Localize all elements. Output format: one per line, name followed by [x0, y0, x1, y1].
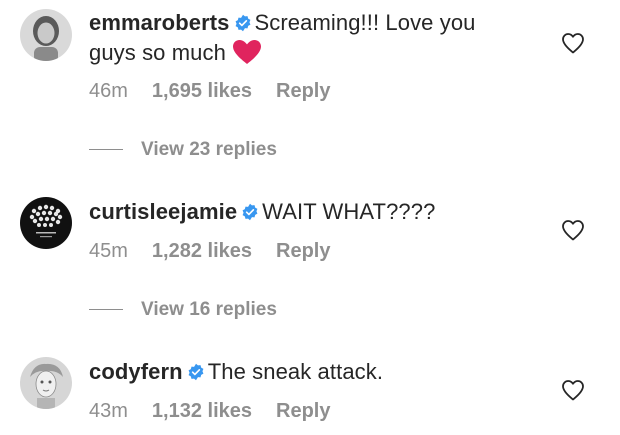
- view-replies-button[interactable]: View 16 replies: [89, 299, 277, 321]
- view-replies-label: View 23 replies: [141, 139, 277, 160]
- reply-button[interactable]: Reply: [276, 80, 330, 102]
- comment-text: Screaming!!! Love you: [254, 10, 476, 35]
- comment-text-line: guys so much: [89, 38, 529, 68]
- comment-time: 46m: [89, 80, 128, 102]
- comment-meta: 46m 1,695 likes Reply: [89, 80, 354, 103]
- comment-text: The sneak attack.: [207, 359, 384, 384]
- avatar[interactable]: [20, 357, 72, 409]
- comment-likes[interactable]: 1,282 likes: [152, 240, 252, 262]
- comment-body: codyfern The sneak attack.: [89, 357, 529, 387]
- comment-body: emmaroberts Screaming!!! Love you guys so…: [89, 8, 529, 68]
- avatar[interactable]: [20, 9, 72, 61]
- verified-badge-icon: [242, 203, 258, 221]
- view-replies-label: View 16 replies: [141, 299, 277, 320]
- verified-badge-icon: [188, 363, 204, 381]
- view-replies-button[interactable]: View 23 replies: [89, 139, 277, 161]
- heart-outline-icon[interactable]: [561, 379, 585, 401]
- comment-text-continued: guys so much: [89, 40, 226, 65]
- comment-time: 45m: [89, 240, 128, 262]
- replies-divider-line: [89, 149, 123, 151]
- heart-outline-icon[interactable]: [561, 32, 585, 54]
- comment-time: 43m: [89, 400, 128, 422]
- comment-text-line: emmaroberts Screaming!!! Love you: [89, 8, 529, 38]
- comment-username[interactable]: emmaroberts: [89, 10, 230, 35]
- comment-text-line: curtisleejamie WAIT WHAT????: [89, 197, 529, 227]
- comment-body: curtisleejamie WAIT WHAT????: [89, 197, 529, 227]
- comment-likes[interactable]: 1,695 likes: [152, 80, 252, 102]
- comment-text: WAIT WHAT????: [262, 199, 436, 224]
- red-heart-emoji-icon: [232, 40, 261, 64]
- comment-username[interactable]: codyfern: [89, 359, 183, 384]
- reply-button[interactable]: Reply: [276, 240, 330, 262]
- comment-username[interactable]: curtisleejamie: [89, 199, 237, 224]
- verified-badge-icon: [235, 14, 250, 32]
- comment-likes[interactable]: 1,132 likes: [152, 400, 252, 422]
- reply-button[interactable]: Reply: [276, 400, 330, 422]
- comment-meta: 43m 1,132 likes Reply: [89, 400, 354, 423]
- comment-text-line: codyfern The sneak attack.: [89, 357, 529, 387]
- comment-meta: 45m 1,282 likes Reply: [89, 240, 354, 263]
- avatar[interactable]: [20, 197, 72, 249]
- replies-divider-line: [89, 309, 123, 311]
- heart-outline-icon[interactable]: [561, 219, 585, 241]
